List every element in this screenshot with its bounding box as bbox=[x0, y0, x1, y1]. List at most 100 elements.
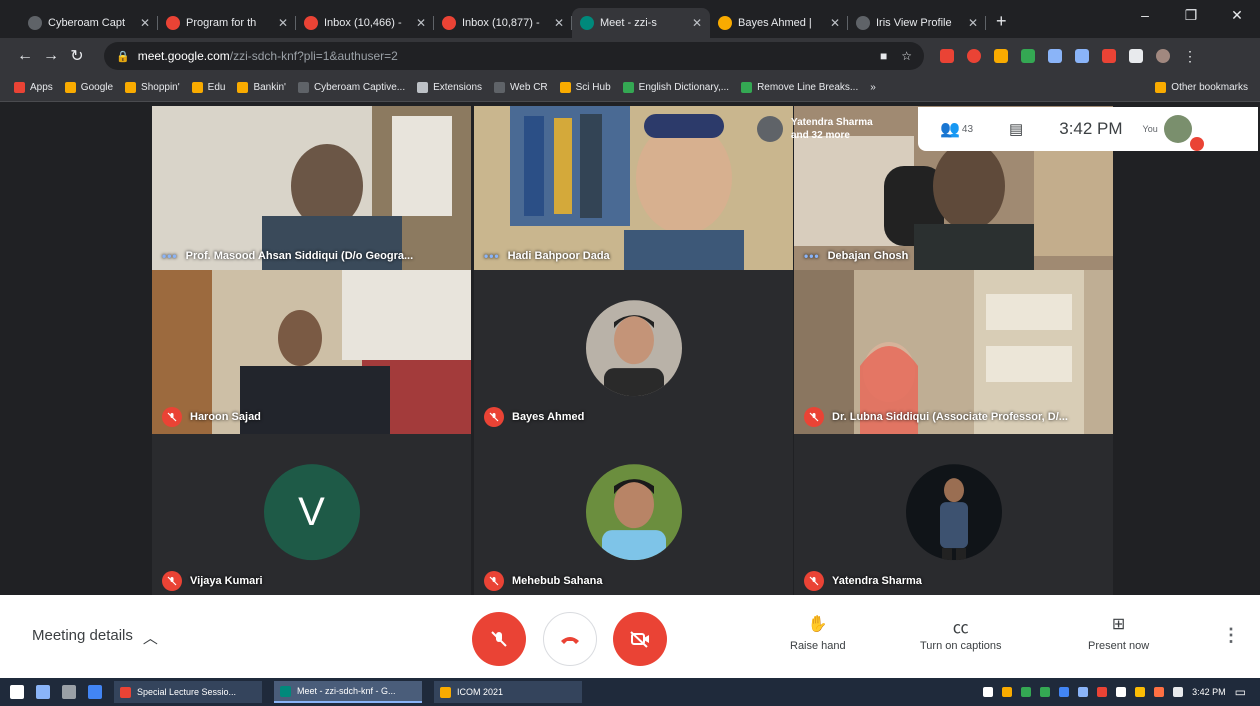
browser-tab[interactable]: Inbox (10,877) - ✕ bbox=[434, 8, 572, 38]
captions-button[interactable]: ㏄ Turn on captions bbox=[920, 614, 1002, 652]
speaking-indicator-icon: ••• bbox=[484, 249, 500, 263]
close-tab-icon[interactable]: ✕ bbox=[278, 16, 288, 30]
browser-tab[interactable]: Program for th ✕ bbox=[158, 8, 296, 38]
menu-kebab-icon[interactable]: ⋮ bbox=[1183, 48, 1197, 65]
bookmark-item[interactable]: Google bbox=[64, 82, 113, 93]
taskbar-app[interactable]: Meet - zzi-sdch-knf - G... bbox=[274, 681, 422, 703]
edge-icon[interactable] bbox=[36, 685, 50, 699]
tray-icon[interactable] bbox=[1059, 687, 1070, 697]
meet-top-bar: 👥 43 ▤ 3:42 PM You bbox=[918, 107, 1258, 151]
calculator-icon[interactable] bbox=[62, 685, 76, 699]
start-windows-icon[interactable] bbox=[10, 685, 24, 699]
participant-tile[interactable]: ••• Hadi Bahpoor Dada bbox=[474, 106, 793, 270]
close-window-button[interactable]: ✕ bbox=[1214, 0, 1260, 30]
self-view-avatar[interactable] bbox=[1163, 115, 1204, 151]
browser-tab[interactable]: Iris View Profile ✕ bbox=[848, 8, 986, 38]
close-tab-icon[interactable]: ✕ bbox=[830, 16, 840, 30]
extension-icon[interactable] bbox=[1102, 49, 1116, 63]
avatar: V bbox=[263, 464, 360, 561]
forward-button[interactable]: → bbox=[38, 47, 64, 65]
bookmark-icon bbox=[237, 82, 249, 93]
camera-toggle-button[interactable] bbox=[613, 612, 667, 666]
bookmark-item[interactable]: Apps bbox=[14, 82, 53, 93]
tray-icon[interactable] bbox=[1078, 687, 1089, 697]
bookmark-star-icon[interactable]: ☆ bbox=[901, 49, 912, 63]
browser-tab[interactable]: Inbox (10,466) - ✕ bbox=[296, 8, 434, 38]
profile-avatar[interactable] bbox=[1156, 49, 1170, 63]
puzzle-icon[interactable] bbox=[1129, 49, 1143, 63]
gmail-icon bbox=[304, 16, 318, 30]
people-icon[interactable]: 👥 bbox=[940, 119, 960, 139]
bookmark-item[interactable]: Sci Hub bbox=[559, 82, 611, 93]
back-button[interactable]: ← bbox=[12, 47, 38, 65]
taskbar-app[interactable]: Special Lecture Sessio... bbox=[114, 681, 262, 703]
tray-icon[interactable] bbox=[1097, 687, 1108, 697]
other-bookmarks[interactable]: Other bookmarks bbox=[1155, 82, 1248, 93]
close-tab-icon[interactable]: ✕ bbox=[554, 16, 564, 30]
close-tab-icon[interactable]: ✕ bbox=[416, 16, 426, 30]
taskbar-clock[interactable]: 3:42 PM bbox=[1192, 687, 1226, 697]
meeting-details-button[interactable]: Meeting details ︿ bbox=[32, 627, 158, 648]
tray-icon[interactable] bbox=[1021, 687, 1032, 697]
leave-call-button[interactable] bbox=[543, 612, 597, 666]
tray-icon[interactable] bbox=[1116, 687, 1127, 697]
minimize-button[interactable]: – bbox=[1122, 0, 1168, 30]
presenter-overlay[interactable]: Yatendra Sharma and 32 more bbox=[757, 109, 917, 149]
tray-icon[interactable] bbox=[983, 687, 994, 697]
app-icon[interactable] bbox=[88, 685, 102, 699]
maximize-button[interactable]: ❐ bbox=[1168, 0, 1214, 30]
participant-tile[interactable]: Haroon Sajad bbox=[152, 270, 471, 434]
browser-tab[interactable]: Cyberoam Capt ✕ bbox=[20, 8, 158, 38]
tray-icon[interactable] bbox=[1154, 687, 1165, 697]
chat-icon[interactable]: ▤ bbox=[1009, 120, 1023, 138]
reload-button[interactable]: ↻ bbox=[64, 46, 90, 66]
new-tab-button[interactable]: + bbox=[996, 11, 1007, 32]
address-bar[interactable]: 🔒 meet.google.com /zzi-sdch-knf?pli=1&au… bbox=[104, 42, 924, 70]
tray-icon[interactable] bbox=[1173, 687, 1184, 697]
bookmark-item[interactable]: English Dictionary,... bbox=[622, 82, 729, 93]
raise-hand-button[interactable]: ✋ Raise hand bbox=[790, 614, 846, 652]
taskbar-app[interactable]: ICOM 2021 bbox=[434, 681, 582, 703]
participant-tile[interactable]: V Vijaya Kumari bbox=[152, 434, 471, 598]
close-tab-icon[interactable]: ✕ bbox=[140, 16, 150, 30]
extension-icon[interactable] bbox=[1021, 49, 1035, 63]
bookmark-icon bbox=[417, 82, 429, 93]
bookmark-item[interactable]: Web CR bbox=[494, 82, 548, 93]
participant-tile[interactable]: Bayes Ahmed bbox=[474, 270, 793, 434]
extension-icon[interactable] bbox=[1075, 49, 1089, 63]
bookmarks-overflow-button[interactable]: » bbox=[870, 82, 876, 93]
camera-off-icon bbox=[630, 631, 649, 648]
mic-off-icon bbox=[804, 407, 824, 427]
browser-tab[interactable]: Meet - zzi-s ✕ bbox=[572, 8, 710, 38]
close-tab-icon[interactable]: ✕ bbox=[692, 16, 702, 30]
participant-name: Bayes Ahmed bbox=[484, 407, 584, 427]
participant-tile[interactable]: Mehebub Sahana bbox=[474, 434, 793, 598]
bookmark-icon bbox=[494, 82, 506, 93]
close-tab-icon[interactable]: ✕ bbox=[968, 16, 978, 30]
participant-tile[interactable]: Yatendra Sharma bbox=[794, 434, 1113, 598]
extension-icon[interactable] bbox=[994, 49, 1008, 63]
mic-toggle-button[interactable] bbox=[472, 612, 526, 666]
bookmark-item[interactable]: Bankin' bbox=[237, 82, 286, 93]
browser-tab[interactable]: Bayes Ahmed | ✕ bbox=[710, 8, 848, 38]
extension-icon[interactable] bbox=[1048, 49, 1062, 63]
bookmark-item[interactable]: Shoppin' bbox=[125, 82, 180, 93]
bookmark-item[interactable]: Cyberoam Captive... bbox=[297, 82, 405, 93]
participant-tile[interactable]: Dr. Lubna Siddiqui (Associate Professor,… bbox=[794, 270, 1113, 434]
adblock-icon[interactable] bbox=[940, 49, 954, 63]
more-options-icon[interactable]: ⋮ bbox=[1222, 625, 1240, 646]
participant-tile[interactable]: ••• Prof. Masood Ahsan Siddiqui (D/o Geo… bbox=[152, 106, 471, 270]
tray-icon[interactable] bbox=[1135, 687, 1146, 697]
tray-icon[interactable] bbox=[1040, 687, 1051, 697]
gmail-icon bbox=[166, 16, 180, 30]
tray-icon[interactable] bbox=[1002, 687, 1013, 697]
bookmark-item[interactable]: Extensions bbox=[417, 82, 482, 93]
bookmark-icon bbox=[64, 82, 76, 93]
bookmark-item[interactable]: Edu bbox=[191, 82, 225, 93]
present-now-button[interactable]: ⊞ Present now bbox=[1088, 614, 1149, 652]
bookmark-item[interactable]: Remove Line Breaks... bbox=[741, 82, 858, 93]
notification-icon[interactable]: ▭ bbox=[1235, 685, 1246, 699]
participant-name: ••• Prof. Masood Ahsan Siddiqui (D/o Geo… bbox=[162, 249, 414, 263]
camera-blocked-icon[interactable]: ■ bbox=[880, 49, 887, 63]
pinterest-icon[interactable] bbox=[967, 49, 981, 63]
